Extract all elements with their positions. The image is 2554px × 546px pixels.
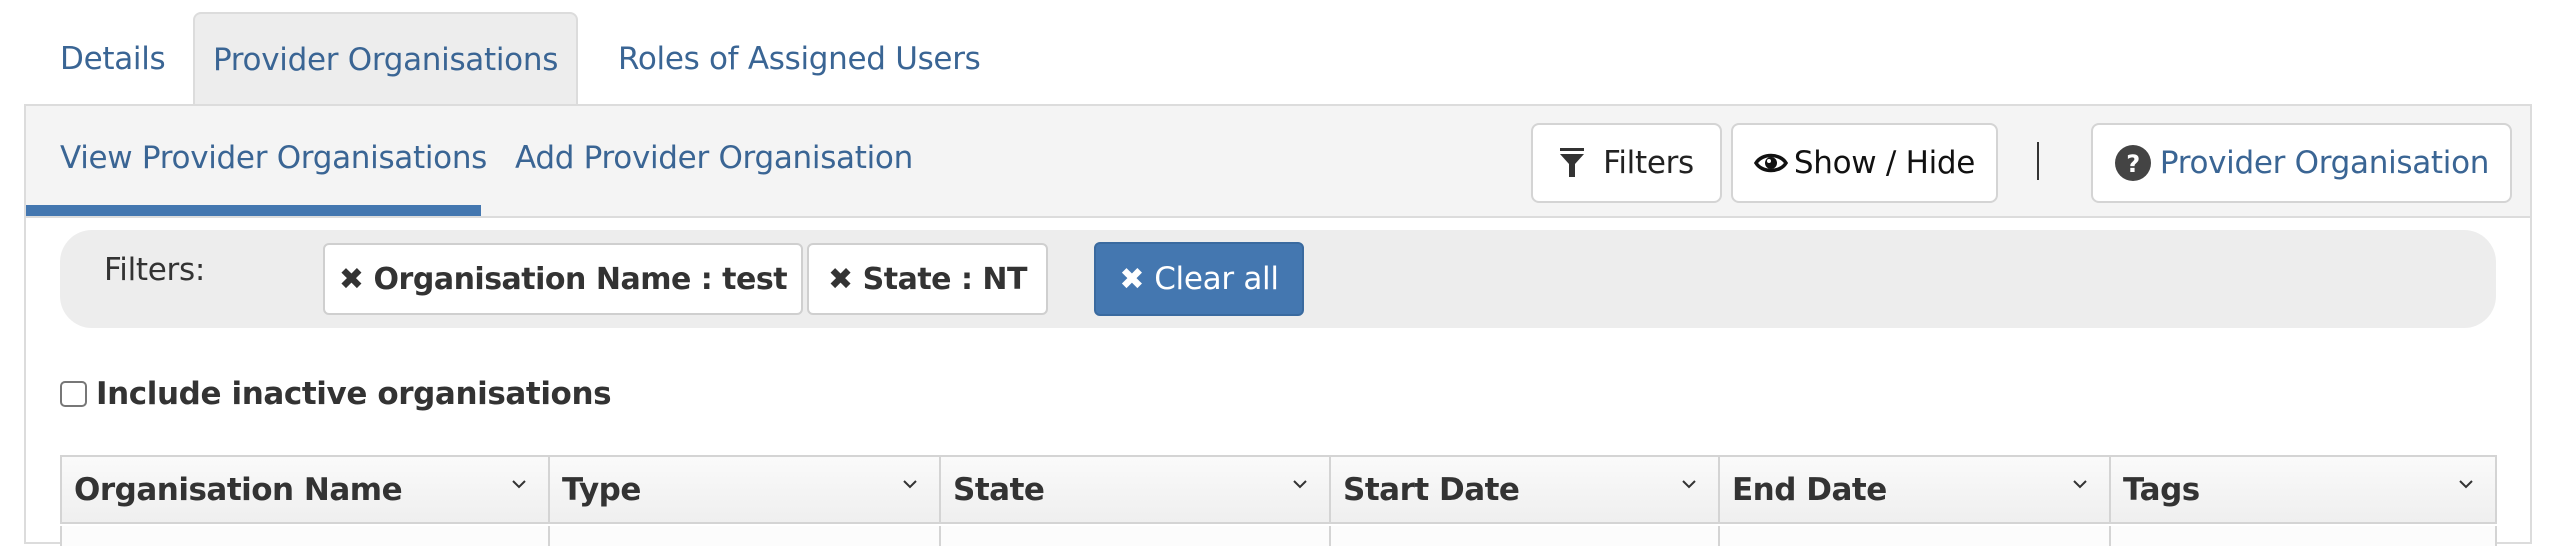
chevron-down-icon: [1682, 480, 1696, 489]
column-header-type[interactable]: Type: [550, 457, 941, 522]
filters-label: Filters:: [104, 252, 205, 288]
column-header-organisation-name[interactable]: Organisation Name: [62, 457, 550, 522]
filter-chip-state[interactable]: ✖ State : NT: [807, 243, 1048, 315]
clear-all-filters-button[interactable]: ✖ Clear all: [1094, 242, 1304, 316]
table-cell: [1331, 526, 1720, 546]
clear-all-label: Clear all: [1154, 261, 1279, 297]
filters-button-label: Filters: [1603, 145, 1694, 181]
column-header-label: Organisation Name: [74, 471, 403, 508]
subtab-view-label: View Provider Organisations: [60, 140, 488, 176]
subtab-add-provider-organisation[interactable]: Add Provider Organisation: [515, 140, 913, 176]
filter-chip-label: State : NT: [862, 261, 1028, 297]
chevron-down-icon: [903, 480, 917, 489]
filter-chip-label: Organisation Name : test: [373, 261, 788, 297]
table-row: [60, 526, 2497, 546]
table-cell: [1720, 526, 2111, 546]
remove-x-icon: ✖: [338, 261, 364, 297]
column-header-tags[interactable]: Tags: [2111, 457, 2495, 522]
question-circle-icon: ?: [2114, 145, 2151, 181]
tab-provider-organisations-label: Provider Organisations: [212, 42, 559, 78]
tab-details[interactable]: Details: [60, 12, 166, 106]
show-hide-button-label: Show / Hide: [1793, 145, 1976, 181]
svg-text:?: ?: [2126, 150, 2140, 178]
toolbar-separator: [2037, 142, 2039, 180]
help-button-label: Provider Organisation: [2159, 145, 2490, 181]
column-header-label: Start Date: [1343, 471, 1520, 508]
filter-chip-organisation-name[interactable]: ✖ Organisation Name : test: [323, 243, 803, 315]
active-subtab-indicator: [26, 205, 481, 216]
tab-roles-label: Roles of Assigned Users: [618, 41, 981, 77]
filter-funnel-icon: [1560, 148, 1585, 177]
chevron-down-icon: [2459, 480, 2473, 489]
column-header-label: State: [953, 471, 1045, 508]
column-header-label: Tags: [2123, 471, 2200, 508]
subtab-view-provider-organisations[interactable]: View Provider Organisations: [60, 140, 487, 176]
chevron-down-icon: [2073, 480, 2087, 489]
column-header-label: Type: [562, 471, 641, 508]
table-cell: [550, 526, 941, 546]
include-inactive-label[interactable]: Include inactive organisations: [96, 376, 612, 412]
table-cell: [62, 526, 550, 546]
eye-icon: [1753, 153, 1788, 173]
filters-button[interactable]: Filters: [1531, 123, 1722, 203]
clear-x-icon: ✖: [1119, 261, 1145, 297]
column-header-state[interactable]: State: [941, 457, 1331, 522]
tab-details-label: Details: [60, 41, 166, 77]
subtab-add-label: Add Provider Organisation: [515, 140, 913, 176]
table-header-row: Organisation Name Type State Start Date …: [60, 455, 2497, 524]
include-inactive-checkbox[interactable]: [60, 381, 87, 407]
column-header-label: End Date: [1732, 471, 1887, 508]
remove-x-icon: ✖: [828, 261, 853, 297]
table-cell: [941, 526, 1331, 546]
tab-provider-organisations[interactable]: Provider Organisations: [193, 12, 578, 106]
chevron-down-icon: [1293, 480, 1307, 489]
help-provider-organisation-button[interactable]: ? Provider Organisation: [2091, 123, 2512, 203]
chevron-down-icon: [512, 480, 526, 489]
show-hide-button[interactable]: Show / Hide: [1731, 123, 1998, 203]
table-cell: [2111, 526, 2495, 546]
column-header-end-date[interactable]: End Date: [1720, 457, 2111, 522]
tab-roles-of-assigned-users[interactable]: Roles of Assigned Users: [618, 12, 981, 106]
column-header-start-date[interactable]: Start Date: [1331, 457, 1720, 522]
